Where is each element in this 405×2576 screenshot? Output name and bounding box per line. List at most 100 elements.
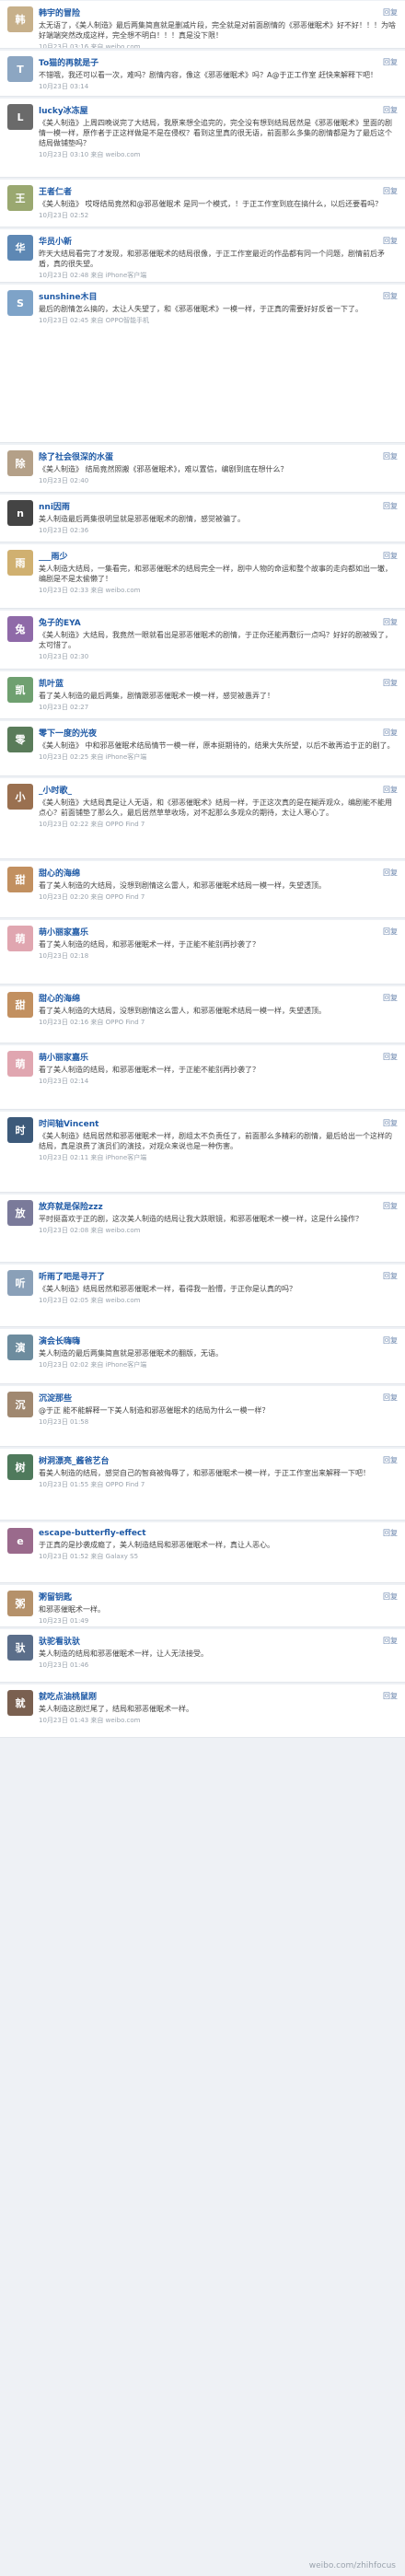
username-link[interactable]: 放弃就是保险zzz — [39, 1200, 103, 1212]
avatar[interactable]: e — [7, 1528, 33, 1554]
username-link[interactable]: 沉淀那些 — [39, 1392, 72, 1404]
username-link[interactable]: 韩宇的冒险 — [39, 6, 80, 18]
avatar[interactable]: 时 — [7, 1117, 33, 1143]
username-link[interactable]: 树洞漂亮_酱爸艺台 — [39, 1454, 110, 1466]
reply-button[interactable]: 回复 — [383, 1335, 398, 1346]
reply-button[interactable]: 回复 — [383, 1591, 398, 1602]
reply-button[interactable]: 回复 — [383, 236, 398, 246]
avatar[interactable]: 小 — [7, 784, 33, 810]
reply-button[interactable]: 回复 — [383, 1691, 398, 1701]
reply-button[interactable]: 回复 — [383, 617, 398, 627]
avatar[interactable]: 除 — [7, 450, 33, 476]
comment-text: 看了美人制造的最后两集，剧情跟邪恶催眠术一模一样，感觉被愚弄了！ — [39, 692, 274, 700]
comment-header: 萌小丽家嘉乐 回复 — [39, 926, 398, 938]
username-link[interactable]: 粥留钥匙 — [39, 1591, 72, 1603]
comment-body: To猫的再就是子 回复 不错哦，我还可以看一次，难吗？剧情内容，像这《邪恶催眠术》吗… — [39, 56, 398, 92]
username-link[interactable]: 兔子的EYA — [39, 616, 81, 628]
reply-button[interactable]: 回复 — [383, 927, 398, 937]
avatar[interactable]: 兔 — [7, 616, 33, 642]
comment-meta: 10月23日 02:36 — [39, 526, 398, 535]
avatar[interactable]: 华 — [7, 235, 33, 261]
username-link[interactable]: 除了社会很深的水蛋 — [39, 450, 113, 462]
reply-button[interactable]: 回复 — [383, 868, 398, 878]
reply-button[interactable]: 回复 — [383, 1052, 398, 1062]
reply-button[interactable]: 回复 — [383, 1271, 398, 1281]
username-link[interactable]: 凯叶蓝 — [39, 677, 64, 689]
avatar[interactable]: 甜 — [7, 992, 33, 1018]
comment-item: 除除了社会很深的水蛋 回复 《美人制造》 结局竟然照搬《邪恶催眠术》，难以置信，编剧… — [0, 445, 405, 493]
comment-header: 华员小新 回复 — [39, 235, 398, 247]
reply-button[interactable]: 回复 — [383, 728, 398, 738]
timestamp: 10月23日 02:40 — [39, 477, 89, 484]
reply-button[interactable]: 回复 — [383, 551, 398, 561]
username-link[interactable]: 萌小丽家嘉乐 — [39, 926, 88, 938]
avatar[interactable]: 粥 — [7, 1591, 33, 1616]
reply-button[interactable]: 回复 — [383, 105, 398, 115]
username-link[interactable]: To猫的再就是子 — [39, 56, 98, 68]
username-link[interactable]: 甜心的海绵 — [39, 992, 80, 1004]
reply-button[interactable]: 回复 — [383, 1118, 398, 1128]
avatar[interactable]: 就 — [7, 1690, 33, 1716]
avatar[interactable]: 零 — [7, 727, 33, 752]
reply-button[interactable]: 回复 — [383, 1528, 398, 1538]
username-link[interactable]: escape-butterfly-effect — [39, 1529, 146, 1538]
username-link[interactable]: 就吃点油桃鼠刚 — [39, 1690, 97, 1702]
reply-button[interactable]: 回复 — [383, 291, 398, 301]
comment-text: 不错哦，我还可以看一次，难吗？剧情内容，像这《邪恶催眠术》吗？A@于正工作室 赶… — [39, 71, 378, 79]
avatar[interactable]: 树 — [7, 1454, 33, 1480]
avatar[interactable]: n — [7, 500, 33, 526]
username-link[interactable]: sunshine木目 — [39, 290, 98, 302]
comment-body: lucky冰冻屋 回复 《美人制造》上周四晚说完了大结局，我原来想全追完的，完全没有… — [39, 104, 398, 173]
comment-meta: 10月23日 02:40 — [39, 476, 398, 485]
username-link[interactable]: 华员小新 — [39, 235, 72, 247]
comment-item: 放放弃就是保险zzz 回复 平时挺喜欢于正的剧，这次美人制造的结局让我大跌眼镜，和邪… — [0, 1195, 405, 1263]
avatar[interactable]: 凯 — [7, 677, 33, 703]
username-link[interactable]: 演会长嗨嗨 — [39, 1335, 80, 1346]
avatar[interactable]: 王 — [7, 185, 33, 211]
comment-body: 放弃就是保险zzz 回复 平时挺喜欢于正的剧，这次美人制造的结局让我大跌眼镜，和邪恶… — [39, 1200, 398, 1258]
avatar[interactable]: 驮 — [7, 1635, 33, 1661]
avatar[interactable]: 甜 — [7, 867, 33, 892]
avatar[interactable]: L — [7, 104, 33, 130]
reply-button[interactable]: 回复 — [383, 1636, 398, 1646]
reply-button[interactable]: 回复 — [383, 678, 398, 688]
reply-button[interactable]: 回复 — [383, 1201, 398, 1211]
comment-header: 树洞漂亮_酱爸艺台 回复 — [39, 1454, 398, 1466]
username-link[interactable]: 王者仁者 — [39, 185, 72, 197]
username-link[interactable]: _小时歌_ — [39, 784, 72, 796]
reply-button[interactable]: 回复 — [383, 785, 398, 795]
reply-button[interactable]: 回复 — [383, 501, 398, 511]
reply-button[interactable]: 回复 — [383, 186, 398, 196]
comment-body: sunshine木目 回复 最后的剧情怎么搞的，太让人失望了，和《邪恶催眠术》一模一… — [39, 290, 398, 438]
comment-header: 演会长嗨嗨 回复 — [39, 1335, 398, 1346]
reply-button[interactable]: 回复 — [383, 7, 398, 17]
username-link[interactable]: 驮驼看驮驮 — [39, 1635, 80, 1647]
reply-button[interactable]: 回复 — [383, 57, 398, 67]
comment-meta: 10月23日 02:02 来自 iPhone客户端 — [39, 1360, 398, 1370]
username-link[interactable]: lucky冰冻屋 — [39, 104, 88, 116]
reply-button[interactable]: 回复 — [383, 993, 398, 1003]
avatar[interactable]: T — [7, 56, 33, 82]
avatar[interactable]: 听 — [7, 1270, 33, 1296]
comment-item: Ssunshine木目 回复 最后的剧情怎么搞的，太让人失望了，和《邪恶催眠术》一模… — [0, 285, 405, 443]
reply-button[interactable]: 回复 — [383, 1455, 398, 1465]
avatar[interactable]: S — [7, 290, 33, 316]
avatar[interactable]: 萌 — [7, 926, 33, 951]
avatar[interactable]: 演 — [7, 1335, 33, 1360]
username-link[interactable]: 萌小丽家嘉乐 — [39, 1051, 88, 1063]
avatar[interactable]: 萌 — [7, 1051, 33, 1077]
reply-button[interactable]: 回复 — [383, 451, 398, 461]
username-link[interactable]: 零下一度的光夜 — [39, 727, 97, 739]
avatar[interactable]: 放 — [7, 1200, 33, 1226]
comment-body: nni因雨 回复 美人制造最后两集很明显就是邪恶催眠术的剧情，感觉被骗了。 10月23… — [39, 500, 398, 538]
comment-header: 韩宇的冒险 回复 — [39, 6, 398, 18]
avatar[interactable]: 雨 — [7, 550, 33, 576]
avatar[interactable]: 韩 — [7, 6, 33, 32]
username-link[interactable]: ___雨少 — [39, 550, 68, 562]
username-link[interactable]: 时间轴Vincent — [39, 1117, 98, 1129]
username-link[interactable]: nni因雨 — [39, 500, 70, 512]
avatar[interactable]: 沉 — [7, 1392, 33, 1417]
username-link[interactable]: 听雨了吧是寻开了 — [39, 1270, 105, 1282]
username-link[interactable]: 甜心的海绵 — [39, 867, 80, 879]
reply-button[interactable]: 回复 — [383, 1393, 398, 1403]
